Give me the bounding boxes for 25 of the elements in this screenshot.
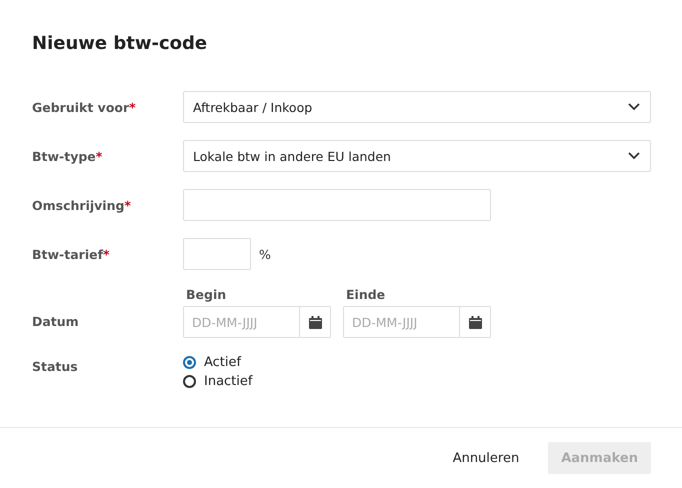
field-label: Omschrijving* bbox=[32, 198, 132, 212]
field-label: Btw-tarief* bbox=[32, 246, 111, 262]
chevron-down-icon bbox=[628, 103, 640, 111]
calendar-icon bbox=[468, 316, 482, 328]
calendar-icon bbox=[308, 316, 322, 328]
field-label: Status bbox=[32, 358, 79, 374]
select-field[interactable]: Lokale btw in andere EU landen bbox=[183, 140, 651, 172]
radio-option[interactable]: Actief bbox=[183, 355, 252, 370]
chevron-down-icon bbox=[628, 152, 640, 160]
cancel-button[interactable]: Annuleren bbox=[440, 442, 532, 474]
input-field[interactable] bbox=[183, 189, 491, 221]
field-label: Btw-type* bbox=[32, 148, 104, 164]
unit-label: % bbox=[259, 246, 271, 262]
date-field[interactable]: DD-MM-JJJJ bbox=[343, 306, 491, 338]
input-field[interactable] bbox=[183, 238, 251, 270]
field-label: Datum bbox=[32, 313, 80, 329]
date-field[interactable]: DD-MM-JJJJ bbox=[183, 306, 331, 338]
radio-option[interactable]: Inactief bbox=[183, 374, 252, 389]
date-label: Einde bbox=[345, 287, 386, 302]
select-field[interactable]: Aftrekbaar / Inkoop bbox=[183, 91, 651, 123]
radio-icon[interactable] bbox=[183, 375, 196, 388]
radio-icon[interactable] bbox=[183, 356, 196, 369]
field-label: Gebruikt voor* bbox=[32, 100, 137, 114]
dialog-title: Nieuwe btw-code bbox=[31, 32, 208, 56]
date-label: Begin bbox=[185, 287, 228, 302]
